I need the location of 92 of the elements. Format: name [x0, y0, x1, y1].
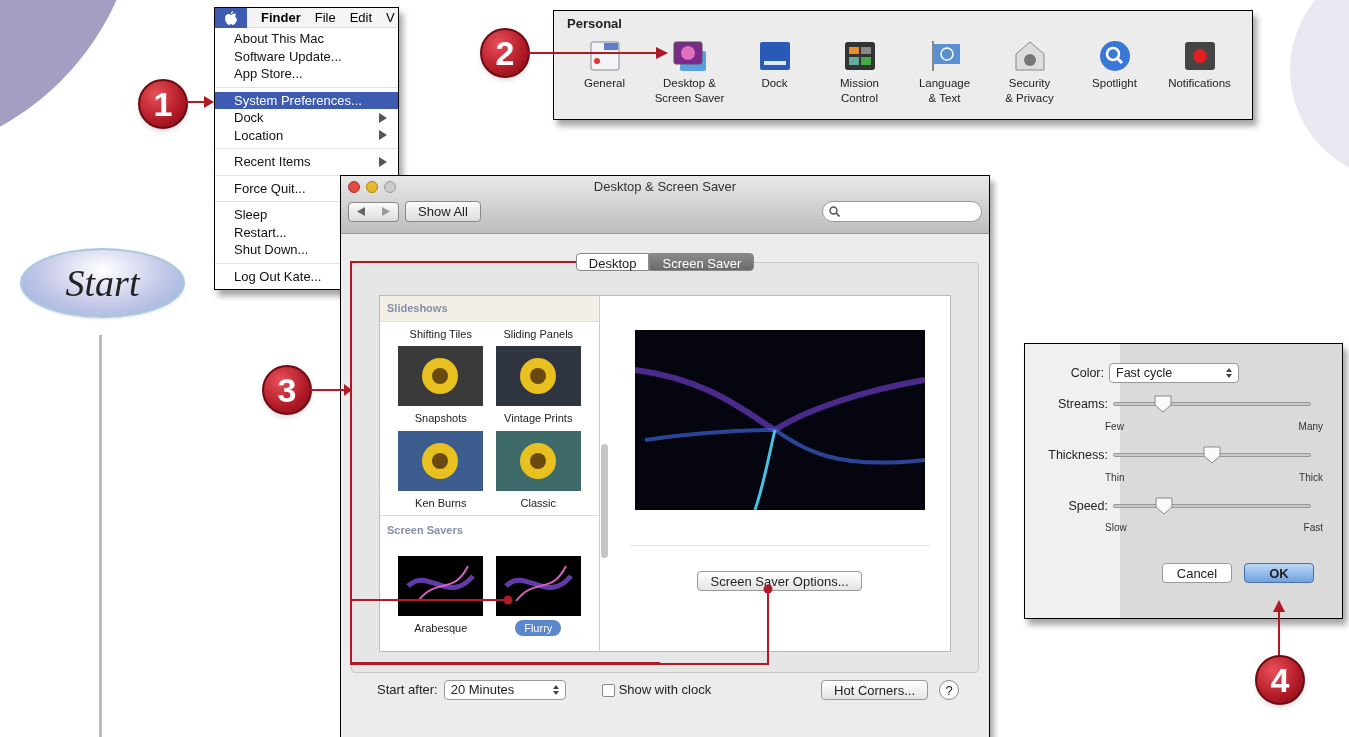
start-after-select[interactable]: 20 Minutes [443, 680, 566, 700]
menu-item[interactable]: Recent Items [215, 153, 398, 171]
search-icon [829, 206, 840, 217]
forward-arrow-icon[interactable] [381, 207, 390, 216]
step-badge: 2 [480, 28, 530, 78]
thumbnail-image[interactable] [398, 346, 484, 406]
preference-pane[interactable]: Language & Text [902, 38, 987, 106]
search-field[interactable] [822, 201, 982, 222]
screen-saver-label[interactable]: Arabesque [405, 619, 477, 636]
menu-item[interactable]: Shut Down... [215, 241, 340, 259]
checkbox[interactable] [601, 683, 615, 697]
minimize-button[interactable] [366, 181, 378, 193]
thumbnail-image[interactable] [398, 430, 484, 491]
slider-label: Streams: [1057, 396, 1109, 413]
color-label: Color: [1069, 364, 1105, 382]
slider-min-label: Slow [1105, 521, 1127, 536]
preference-pane[interactable]: Spotlight [1072, 38, 1157, 106]
slider-thumb[interactable] [1153, 395, 1172, 414]
preference-pane[interactable]: Security & Privacy [987, 38, 1072, 106]
menu-item[interactable]: Sleep [215, 206, 340, 224]
window-title: Desktop & Screen Saver [593, 178, 737, 197]
close-button[interactable] [348, 181, 360, 193]
show-all-button[interactable]: Show All [405, 201, 481, 222]
thumbnail-image[interactable] [495, 555, 581, 616]
dialog-button[interactable]: Cancel [1162, 563, 1232, 584]
menu-item[interactable]: Force Quit... [215, 179, 340, 197]
preference-pane[interactable]: Notifications [1157, 38, 1242, 106]
menu-item[interactable]: Restart... [215, 223, 340, 241]
start-after-label: Start after: [377, 681, 438, 700]
slider-max-label: Fast [1303, 521, 1323, 536]
zoom-button[interactable] [384, 181, 396, 193]
preference-pane[interactable]: Mission Control [817, 38, 902, 106]
menu-bar-item[interactable]: Edit [349, 8, 373, 28]
step-badge: 3 [262, 365, 312, 415]
section-heading: Personal [567, 15, 623, 33]
section-heading: Slideshows [380, 296, 599, 322]
slider-thumb[interactable] [1203, 446, 1221, 465]
menu-item[interactable]: Log Out Kate... [215, 267, 340, 285]
preference-pane[interactable]: General [562, 38, 647, 106]
navigation-buttons[interactable] [348, 201, 399, 222]
stepper-arrows-icon [552, 685, 559, 695]
tab[interactable]: Desktop [575, 253, 650, 271]
search-icon [1097, 38, 1132, 73]
preference-pane[interactable]: Dock [732, 38, 817, 106]
menu-item[interactable]: Software Update... [215, 47, 398, 65]
screen-saver-label[interactable]: Shifting Tiles [400, 325, 481, 342]
slider-thumb[interactable] [1155, 496, 1174, 515]
monitor-icon [671, 38, 708, 73]
screen-saver-options-button[interactable]: Screen Saver Options... [697, 571, 862, 591]
start-badge: Start [20, 248, 185, 318]
help-button[interactable]: ? [939, 680, 959, 700]
menu-bar-item[interactable]: Finder [261, 8, 301, 28]
step-badge: 1 [138, 79, 188, 129]
slider-label: Speed: [1067, 497, 1109, 515]
color-select[interactable]: Fast cycle [1109, 363, 1239, 383]
screen-saver-label[interactable]: Ken Burns [406, 494, 476, 511]
window-icon [587, 38, 622, 73]
hot-corners-button[interactable]: Hot Corners... [821, 680, 928, 700]
menu-bar-item[interactable]: V [386, 8, 395, 28]
thumbnail-image[interactable] [495, 346, 581, 406]
step-badge: 4 [1255, 655, 1305, 705]
slider-min-label: Thin [1105, 470, 1125, 485]
menu-item[interactable]: System Preferences... [215, 91, 398, 109]
screen-saver-label[interactable]: Vintage Prints [495, 410, 582, 427]
slider-track[interactable] [1113, 395, 1311, 414]
menu-bar-item[interactable]: File [314, 8, 336, 28]
slider-min-label: Few [1105, 419, 1124, 434]
slider-track[interactable] [1113, 446, 1311, 465]
stepper-arrows-icon [1226, 368, 1232, 378]
slider-label: Thickness: [1047, 446, 1109, 464]
thumbnail-image[interactable] [495, 430, 581, 491]
menu-item[interactable]: Location [215, 126, 398, 144]
tab[interactable]: Screen Saver [649, 253, 755, 271]
slider-track[interactable] [1113, 496, 1311, 515]
screen-saver-label[interactable]: Flurry [515, 619, 562, 636]
leader-line [1272, 600, 1286, 658]
section-heading: Screen Savers [386, 523, 464, 538]
preference-pane[interactable]: Desktop & Screen Saver [647, 38, 732, 106]
slider-max-label: Many [1298, 419, 1323, 434]
leader-line [186, 95, 214, 109]
slider-max-label: Thick [1299, 470, 1323, 485]
screen-saver-label[interactable]: Classic [511, 494, 565, 511]
apple-logo-icon[interactable] [215, 8, 247, 28]
back-arrow-icon[interactable] [357, 207, 366, 216]
dialog-button[interactable]: OK [1244, 563, 1314, 584]
menu-item[interactable]: About This Mac [215, 30, 398, 48]
menu-item[interactable]: App Store... [215, 65, 398, 83]
menu-item[interactable]: Dock [215, 109, 398, 127]
checkbox-label: Show with clock [618, 681, 712, 700]
screen-saver-label[interactable]: Snapshots [405, 410, 476, 427]
screen-saver-label[interactable]: Sliding Panels [494, 325, 583, 342]
thumbnail-image[interactable] [398, 555, 484, 616]
